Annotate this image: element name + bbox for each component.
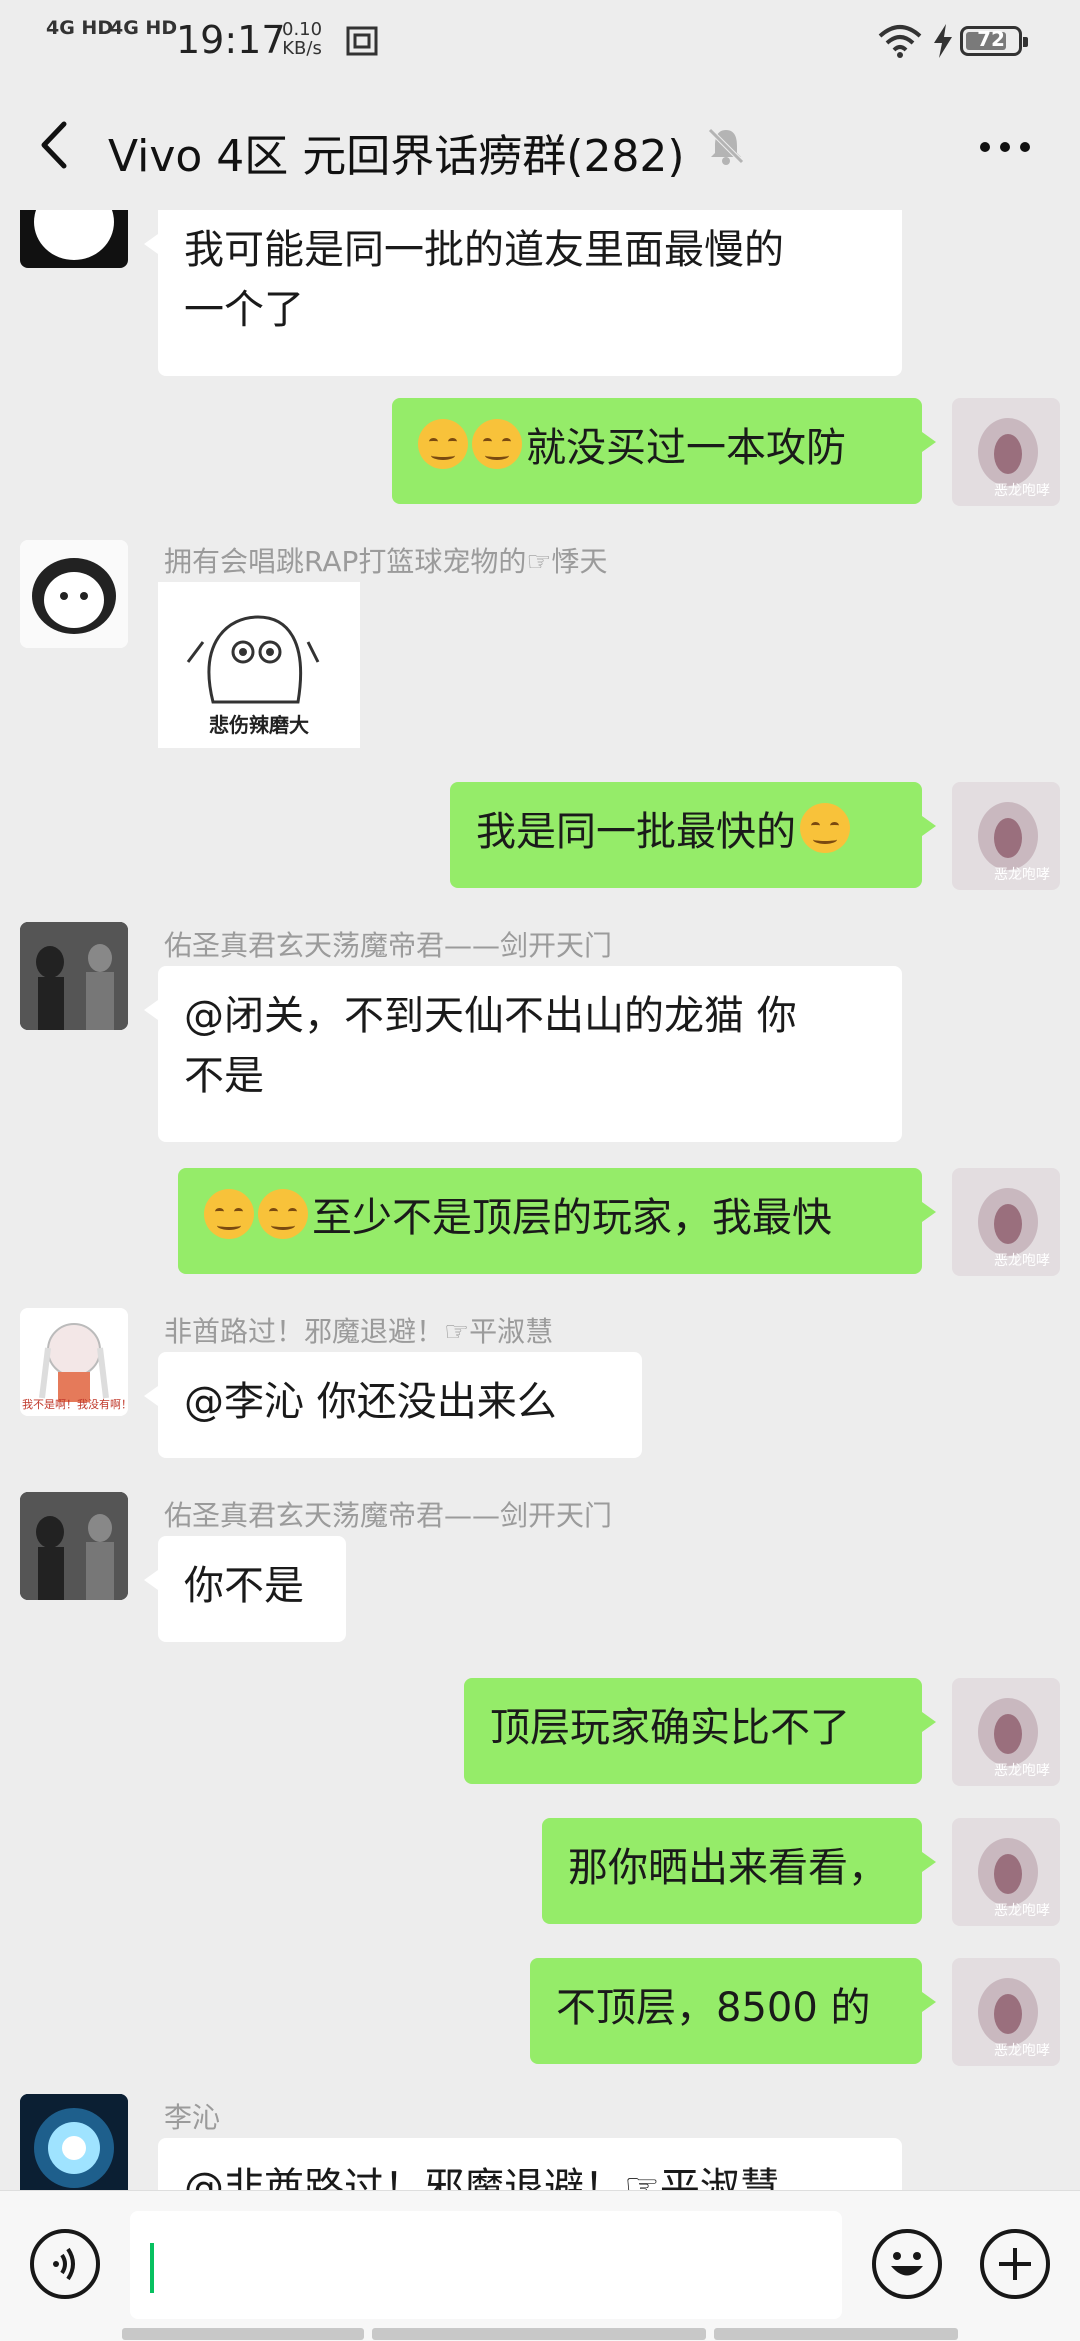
sticker-caption: 悲伤辣磨大 [209,713,309,737]
message-text: 你不是 [184,1563,304,1609]
message-bubble[interactable]: @闭关，不到天仙不出山的龙猫 你 不是 [144,966,902,1142]
sticker-image[interactable]: 悲伤辣磨大 [158,582,360,748]
message-text-line: 一个了 [184,287,304,333]
emoji-button[interactable] [872,2229,942,2299]
avatar-warriors[interactable] [20,1492,128,1600]
voice-input-button[interactable] [30,2229,100,2299]
plus-icon [999,2248,1031,2280]
speed-value: 0.10 [282,19,323,40]
avatar-caption: 恶龙咆哮 [994,1253,1050,1269]
more-options-icon[interactable] [978,132,1032,162]
emoji-icon [891,2252,923,2276]
message-text: @非酋路过！邪魔退避！☞平淑慧 [184,2165,780,2190]
nav-gesture-bar [372,2328,706,2340]
message-bubble[interactable]: 那你晒出来看看， [542,1818,936,1924]
message-text: 不顶层，8500 的 [556,1985,871,2031]
avatar-caption: 恶龙咆哮 [994,1903,1050,1919]
clock: 19:17 [176,18,286,62]
smiling-face-emoji-icon [418,419,468,469]
message-text-line: @闭关，不到天仙不出山的龙猫 你 [184,993,797,1039]
message-bubble[interactable]: 就没买过一本攻防 [392,398,936,504]
mute-bell-icon [708,128,744,165]
message-text-input[interactable] [130,2211,842,2319]
avatar-caption: 我不是啊！我没有啊！ [22,1398,126,1411]
self-avatar[interactable]: 恶龙咆哮 [952,1818,1060,1926]
battery-level: 72 [977,27,1005,51]
avatar-panda[interactable] [20,210,128,268]
avatar-arc-reactor[interactable] [20,2094,128,2190]
message-bubble[interactable]: 你不是 [144,1536,346,1642]
self-avatar[interactable]: 恶龙咆哮 [952,1958,1060,2066]
speed-unit: KB/s [282,38,322,59]
message-text: 顶层玩家确实比不了 [490,1705,850,1751]
network-speed: 0.10 KB/s [282,20,322,58]
message-bubble[interactable]: @李沁 你还没出来么 [144,1352,642,1458]
avatar-caption: 恶龙咆哮 [994,1763,1050,1779]
status-bar: 4G HD 4G HD 19:17 0.10 KB/s 72 [0,0,1080,80]
message-text: @李沁 你还没出来么 [184,1379,557,1425]
network-label-1: 4G HD [46,17,114,39]
message-text-line: 不是 [184,1053,264,1099]
voice-icon [53,2247,75,2281]
screenshot-icon [346,26,378,56]
more-actions-button[interactable] [980,2229,1050,2299]
signal-indicator-2: 4G HD [110,18,177,38]
message-text: 就没买过一本攻防 [526,425,846,471]
smiling-face-emoji-icon [472,419,522,469]
signal-indicator-1: 4G HD [46,18,113,38]
sender-nickname: 佑圣真君玄天荡魔帝君——剑开天门 [164,1499,613,1532]
nav-gesture-bar [122,2328,364,2340]
smiling-face-emoji-icon [800,803,850,853]
message-text: 那你晒出来看看， [568,1845,888,1891]
message-bubble[interactable]: 至少不是顶层的玩家，我最快 [178,1168,936,1274]
message-bubble[interactable]: 顶层玩家确实比不了 [464,1678,936,1784]
message-input-bar [0,2190,1080,2341]
avatar-caption: 恶龙咆哮 [994,867,1050,883]
avatar-warriors[interactable] [20,922,128,1030]
smiling-face-emoji-icon [258,1189,308,1239]
message-text-line: 我可能是同一批的道友里面最慢的 [184,227,784,273]
avatar-caption: 恶龙咆哮 [994,483,1050,499]
nav-gesture-bar [714,2328,958,2340]
charging-icon [934,24,952,58]
avatar-caption: 恶龙咆哮 [994,2043,1050,2059]
message-bubble[interactable]: 我可能是同一批的道友里面最慢的 一个了 [144,210,902,376]
sender-nickname: 李沁 [164,2101,221,2134]
wifi-icon [878,25,922,58]
avatar-anime-girl[interactable]: 我不是啊！我没有啊！ [20,1308,128,1416]
battery-indicator: 72 [960,26,1028,56]
chat-title: Vivo 4区 元回界话痨群(282) [108,131,685,182]
message-bubble[interactable]: 不顶层，8500 的 [530,1958,936,2064]
smiling-face-emoji-icon [204,1189,254,1239]
self-avatar[interactable]: 恶龙咆哮 [952,782,1060,890]
chat-message-list[interactable]: 我可能是同一批的道友里面最慢的 一个了 就没买过一本攻防 恶龙咆哮 拥有会唱跳R… [0,210,1080,2190]
text-caret [150,2243,154,2293]
sender-nickname: 非酋路过！邪魔退避！☞平淑慧 [164,1315,554,1348]
sender-nickname: 拥有会唱跳RAP打篮球宠物的☞悸天 [164,545,608,578]
self-avatar[interactable]: 恶龙咆哮 [952,398,1060,506]
message-bubble[interactable]: @非酋路过！邪魔退避！☞平淑慧 [158,2138,902,2190]
avatar-panda[interactable] [20,540,128,648]
network-label-2: 4G HD [110,17,178,39]
message-text: 我是同一批最快的 [476,809,796,855]
self-avatar[interactable]: 恶龙咆哮 [952,1678,1060,1786]
message-text: 至少不是顶层的玩家，我最快 [312,1195,832,1241]
back-arrow-icon[interactable] [30,118,84,172]
self-avatar[interactable]: 恶龙咆哮 [952,1168,1060,1276]
chat-header: Vivo 4区 元回界话痨群(282) [0,80,1080,210]
sender-nickname: 佑圣真君玄天荡魔帝君——剑开天门 [164,929,613,962]
message-bubble[interactable]: 我是同一批最快的 [450,782,936,888]
